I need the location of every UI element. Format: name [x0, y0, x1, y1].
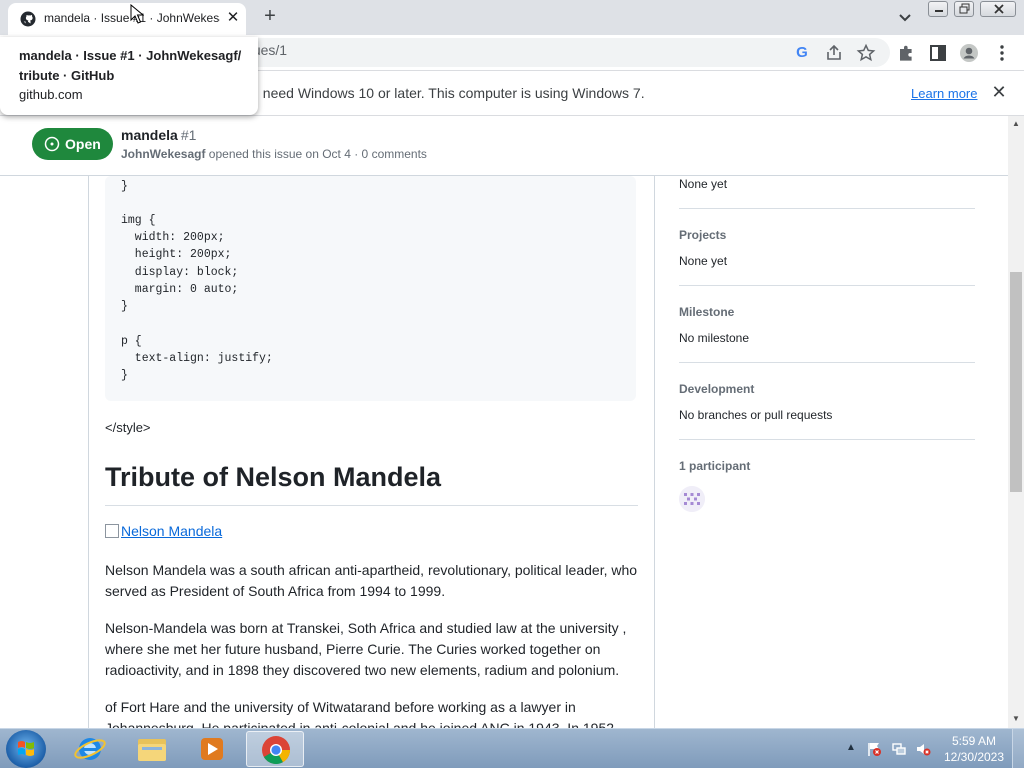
new-tab-button[interactable]: + [259, 5, 281, 27]
chrome-taskbar-button[interactable] [246, 731, 304, 767]
media-player-taskbar-button[interactable] [184, 731, 240, 767]
windows-logo-icon [18, 741, 34, 756]
chevron-down-icon[interactable] [896, 8, 914, 26]
google-lens-icon[interactable]: G [792, 43, 812, 63]
article-heading: Tribute of Nelson Mandela [105, 462, 638, 506]
media-player-icon [201, 738, 223, 760]
participant-avatar[interactable] [679, 486, 705, 512]
scrollbar-thumb[interactable] [1010, 272, 1022, 492]
code-line: display: block; [121, 266, 239, 279]
issue-open-badge: Open [32, 128, 113, 160]
labels-value: None yet [679, 177, 728, 191]
paragraph: Nelson-Mandela was born at Transkei, Sot… [105, 620, 627, 678]
sidebar-divider [679, 208, 975, 209]
code-line: p { [121, 335, 142, 348]
scroll-down-arrow-icon[interactable]: ▼ [1012, 714, 1020, 723]
sticky-issue-header: Open mandela #1 JohnWekesagf opened this … [0, 116, 1008, 176]
extensions-puzzle-icon[interactable] [896, 43, 916, 63]
milestone-heading[interactable]: Milestone [679, 305, 734, 319]
tab-hover-card: mandela · Issue #1 · JohnWekesagf/ tribu… [0, 37, 258, 115]
close-icon[interactable]: ✕ [990, 83, 1008, 101]
clock-date[interactable]: 12/30/2023 [940, 750, 1008, 764]
development-value: No branches or pull requests [679, 408, 833, 422]
image-alt-text: Nelson Mandela [121, 523, 223, 539]
issue-meta-text: opened this issue on Oct 4 · 0 comments [205, 147, 427, 161]
folder-icon [138, 739, 166, 761]
clock-time[interactable]: 5:59 AM [944, 734, 1004, 748]
status-label: Open [65, 136, 101, 152]
hover-card-domain: github.com [19, 87, 83, 102]
internet-explorer-taskbar-button[interactable] [62, 731, 118, 767]
share-icon[interactable] [824, 43, 844, 63]
participants-heading: 1 participant [679, 459, 751, 473]
code-line: width: 200px; [121, 231, 225, 244]
action-center-flag-icon[interactable] [866, 741, 882, 757]
bookmark-star-icon[interactable] [856, 43, 876, 63]
issue-author-link[interactable]: JohnWekesagf [121, 147, 205, 161]
style-close-text: </style> [105, 420, 151, 435]
windows-taskbar: ▲ 5:59 AM 12/30/2023 [0, 728, 1024, 768]
volume-muted-icon[interactable] [915, 741, 931, 757]
side-panel-icon[interactable] [928, 43, 948, 63]
issue-opened-icon [44, 136, 60, 152]
network-icon[interactable] [891, 741, 907, 757]
window-close-button[interactable] [980, 1, 1016, 17]
close-tab-icon[interactable]: ✕ [224, 9, 242, 27]
internet-explorer-icon [74, 738, 106, 760]
broken-image-icon [105, 524, 119, 538]
file-explorer-taskbar-button[interactable] [124, 731, 180, 767]
code-line: text-align: justify; [121, 352, 273, 365]
profile-avatar-icon[interactable] [959, 43, 979, 63]
code-line: } [121, 300, 128, 313]
nelson-mandela-image-link[interactable]: Nelson Mandela [105, 523, 222, 539]
restore-button[interactable] [954, 1, 974, 17]
milestone-value: No milestone [679, 331, 750, 345]
projects-value: None yet [679, 254, 728, 268]
issue-title-text: mandela [121, 127, 178, 143]
code-line: img { [121, 214, 156, 227]
hover-card-title: mandela · Issue #1 · JohnWekesagf/ tribu… [19, 48, 242, 83]
code-block: } img { width: 200px; height: 200px; dis… [105, 176, 636, 401]
minimize-button[interactable] [928, 1, 948, 17]
paragraph: Nelson Mandela was a south african anti-… [105, 562, 638, 599]
projects-heading[interactable]: Projects [679, 228, 726, 242]
code-line: } [121, 180, 128, 193]
sidebar-divider [679, 285, 975, 286]
code-line: } [121, 369, 128, 382]
sidebar-divider [679, 439, 975, 440]
code-line: height: 200px; [121, 248, 232, 261]
github-icon [20, 11, 36, 27]
paragraph: of Fort Hare and the university of Witwa… [105, 699, 615, 728]
tab-strip: mandela · Issue #1 · JohnWekesagf/tribut… [0, 0, 1024, 35]
browser-tab[interactable]: mandela · Issue #1 · JohnWekesagf/tribut… [8, 3, 246, 35]
show-hidden-icons-icon[interactable]: ▲ [846, 742, 856, 753]
page-content: } img { width: 200px; height: 200px; dis… [0, 116, 1008, 728]
learn-more-link[interactable]: Learn more [911, 86, 977, 101]
code-line: margin: 0 auto; [121, 283, 239, 296]
start-button[interactable] [6, 730, 46, 768]
sidebar-divider [679, 362, 975, 363]
issue-number: #1 [180, 127, 197, 143]
issue-title: mandela #1 [121, 127, 196, 143]
mouse-cursor-icon [130, 4, 144, 24]
kebab-menu-icon[interactable] [992, 43, 1012, 63]
development-heading[interactable]: Development [679, 382, 754, 396]
show-desktop-button[interactable] [1012, 729, 1024, 768]
page-scrollbar[interactable]: ▲ ▼ [1008, 116, 1024, 728]
scroll-up-arrow-icon[interactable]: ▲ [1012, 119, 1020, 128]
chrome-icon [262, 736, 290, 764]
issue-meta: JohnWekesagf opened this issue on Oct 4 … [121, 147, 427, 161]
infobar-message: 'll need Windows 10 or later. This compu… [250, 85, 645, 101]
